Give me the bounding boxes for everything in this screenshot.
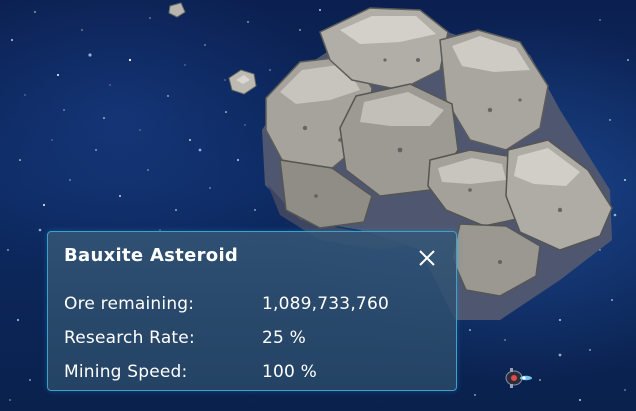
stat-label: Research Rate:: [64, 328, 195, 348]
panel-title: Bauxite Asteroid: [64, 245, 239, 266]
stat-label: Ore remaining:: [64, 294, 195, 314]
stat-label: Mining Speed:: [64, 362, 188, 382]
asteroid-info-panel: Bauxite Asteroid Ore remaining: 1,089,73…: [47, 231, 457, 391]
player-ship-icon[interactable]: [500, 364, 536, 392]
close-button[interactable]: [416, 247, 438, 269]
game-viewport: Bauxite Asteroid Ore remaining: 1,089,73…: [0, 0, 636, 411]
stat-value: 100 %: [262, 362, 318, 382]
close-x-icon: [419, 250, 435, 266]
stat-value: 25 %: [262, 328, 306, 348]
stat-value: 1,089,733,760: [262, 294, 389, 314]
